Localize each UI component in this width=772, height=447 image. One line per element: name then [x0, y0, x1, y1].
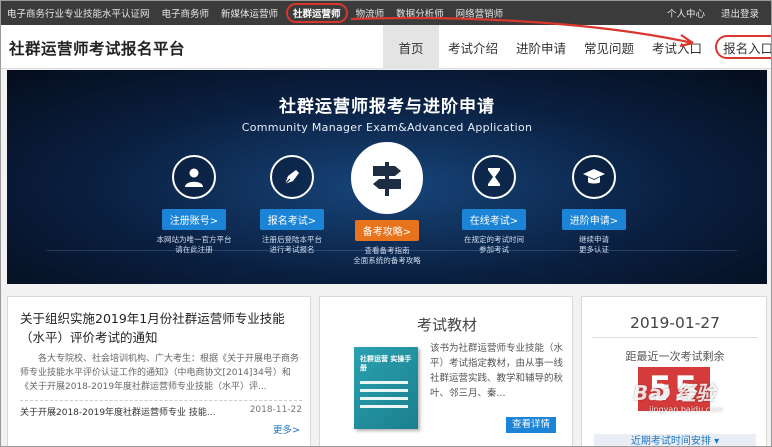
- step-desc-line: 进行考试报名: [269, 245, 315, 254]
- nav-advance-apply[interactable]: 进阶申请: [507, 25, 575, 69]
- textbook-title: 考试教材: [416, 316, 477, 334]
- news-divider: [20, 400, 302, 401]
- nav-faq[interactable]: 常见问题: [575, 25, 643, 69]
- step-desc: 本网站为唯一官方平台 请在此注册: [139, 235, 249, 255]
- news-headline[interactable]: 关于组织实施2019年1月份社群运营师专业技能（水平）评价考试的通知: [20, 309, 300, 347]
- hero-banner: 社群运营师报考与进阶申请 Community Manager Exam&Adva…: [7, 70, 767, 284]
- register-button[interactable]: 注册账号>: [161, 209, 227, 230]
- book-cover-stripe: [360, 381, 408, 384]
- news-item-title[interactable]: 关于开展2018-2019年度社群运营师专业 技能...: [20, 408, 216, 418]
- book-cover-title: 社群运营 实操手册: [360, 355, 412, 372]
- days-remaining: 55: [638, 367, 710, 411]
- book-cover-stripe: [360, 405, 408, 408]
- advance-apply-button[interactable]: 进阶申请>: [561, 209, 627, 230]
- logout-link[interactable]: 退出登录: [721, 6, 759, 20]
- step-signup-exam: 报名考试> 注册后登陆本平台 进行考试报名: [237, 155, 347, 255]
- step-desc-line: 本网站为唯一官方平台: [156, 235, 232, 244]
- toplink-data-analyst[interactable]: 数据分析师: [396, 6, 444, 20]
- graduation-cap-icon: [572, 155, 616, 199]
- exam-schedule-label: 近期考试时间安排: [630, 436, 711, 447]
- user-icon: [172, 155, 216, 199]
- top-user-links: 个人中心 退出登录: [651, 1, 759, 25]
- step-register: 注册账号> 本网站为唯一官方平台 请在此注册: [139, 155, 249, 255]
- top-bar: 电子商务行业专业技能水平认证网 电子商务师 新媒体运营师 社群运营师 物流师 数…: [1, 1, 771, 25]
- step-desc-line: 查看备考指南: [364, 246, 410, 255]
- step-desc-line: 更多认证: [579, 245, 609, 254]
- toplink-new-media[interactable]: 新媒体运营师: [221, 6, 278, 20]
- toplink-community[interactable]: 社群运营师: [286, 3, 348, 23]
- signup-exam-button[interactable]: 报名考试>: [259, 209, 325, 230]
- book-cover-stripe: [360, 397, 408, 400]
- main-nav: 首页 考试介绍 进阶申请 常见问题 考试入口 报名入口: [383, 25, 771, 69]
- pen-icon: [270, 155, 314, 199]
- news-more-link[interactable]: 更多>: [273, 422, 300, 436]
- exam-date: 2019-01-27: [629, 314, 721, 332]
- site-brand[interactable]: 社群运营师考试报名平台: [9, 37, 185, 59]
- toplink-logistics[interactable]: 物流师: [356, 6, 385, 20]
- page-frame: 电子商务行业专业技能水平认证网 电子商务师 新媒体运营师 社群运营师 物流师 数…: [0, 0, 772, 447]
- step-desc: 注册后登陆本平台 进行考试报名: [237, 235, 347, 255]
- book-cover-stripe: [360, 389, 408, 392]
- step-prep-guide: 备考攻略> 查看备考指南 全面系统的备考攻略: [332, 142, 442, 266]
- nav-registration-entry[interactable]: 报名入口: [715, 35, 771, 59]
- countdown-divider: [592, 337, 758, 338]
- step-desc-line: 注册后登陆本平台: [262, 235, 322, 244]
- signpost-icon: [351, 142, 423, 214]
- top-links: 电子商务行业专业技能水平认证网 电子商务师 新媒体运营师 社群运营师 物流师 数…: [1, 1, 515, 25]
- step-desc: 查看备考指南 全面系统的备考攻略: [332, 246, 442, 266]
- book-cover-image[interactable]: 社群运营 实操手册: [354, 347, 418, 429]
- step-advance-apply: 进阶申请> 继续申请 更多认证: [539, 155, 649, 255]
- nav-exam-entry[interactable]: 考试入口: [643, 25, 711, 69]
- site-header: 社群运营师考试报名平台 首页 考试介绍 进阶申请 常见问题 考试入口 报名入口: [1, 25, 771, 69]
- step-desc-line: 在规定的考试时间: [464, 235, 524, 244]
- user-center-link[interactable]: 个人中心: [667, 6, 705, 20]
- exam-schedule-link[interactable]: 近期考试时间安排 ▾: [594, 434, 756, 447]
- banner-title: 社群运营师报考与进阶申请: [279, 97, 495, 117]
- textbook-panel: 考试教材 社群运营 实操手册 该书为社群运营师专业技能（水平）考试指定教材，由从…: [319, 296, 573, 446]
- prep-guide-button[interactable]: 备考攻略>: [354, 220, 420, 241]
- step-desc: 在规定的考试时间 参加考试: [439, 235, 549, 255]
- online-exam-button[interactable]: 在线考试>: [461, 209, 527, 230]
- step-desc-line: 参加考试: [479, 245, 509, 254]
- textbook-description: 该书为社群运营师专业技能（水平）考试指定教材，由从事一线社群运营实践、教学和辅导…: [430, 343, 564, 399]
- view-details-button[interactable]: 查看详情: [506, 417, 556, 433]
- step-desc-line: 全面系统的备考攻略: [353, 256, 421, 265]
- news-list-item[interactable]: 关于开展2018-2019年度社群运营师专业 技能... 2018-11-22: [20, 405, 302, 418]
- toplink-site[interactable]: 电子商务行业专业技能水平认证网: [7, 6, 150, 20]
- hourglass-icon: [472, 155, 516, 199]
- banner-subtitle: Community Manager Exam&Advanced Applicat…: [241, 121, 533, 134]
- chevron-down-icon: ▾: [714, 436, 720, 447]
- step-desc-line: 继续申请: [579, 235, 609, 244]
- step-online-exam: 在线考试> 在规定的考试时间 参加考试: [439, 155, 549, 255]
- nav-home[interactable]: 首页: [383, 25, 439, 69]
- news-panel: 关于组织实施2019年1月份社群运营师专业技能（水平）评价考试的通知 各大专院校…: [7, 296, 311, 446]
- news-summary: 各大专院校、社会培训机构、广大考生：根据《关于开展电子商务师专业技能水平评价认证…: [20, 354, 300, 392]
- countdown-label: 距最近一次考试剩余: [625, 350, 725, 363]
- countdown-panel: 2019-01-27 距最近一次考试剩余 55 近期考试时间安排 ▾: [581, 296, 767, 447]
- toplink-ecommerce[interactable]: 电子商务师: [162, 6, 210, 20]
- nav-exam-intro[interactable]: 考试介绍: [439, 25, 507, 69]
- news-item-date: 2018-11-22: [249, 405, 302, 415]
- toplink-marketing[interactable]: 网络营销师: [456, 6, 504, 20]
- step-desc: 继续申请 更多认证: [539, 235, 649, 255]
- step-desc-line: 请在此注册: [175, 245, 213, 254]
